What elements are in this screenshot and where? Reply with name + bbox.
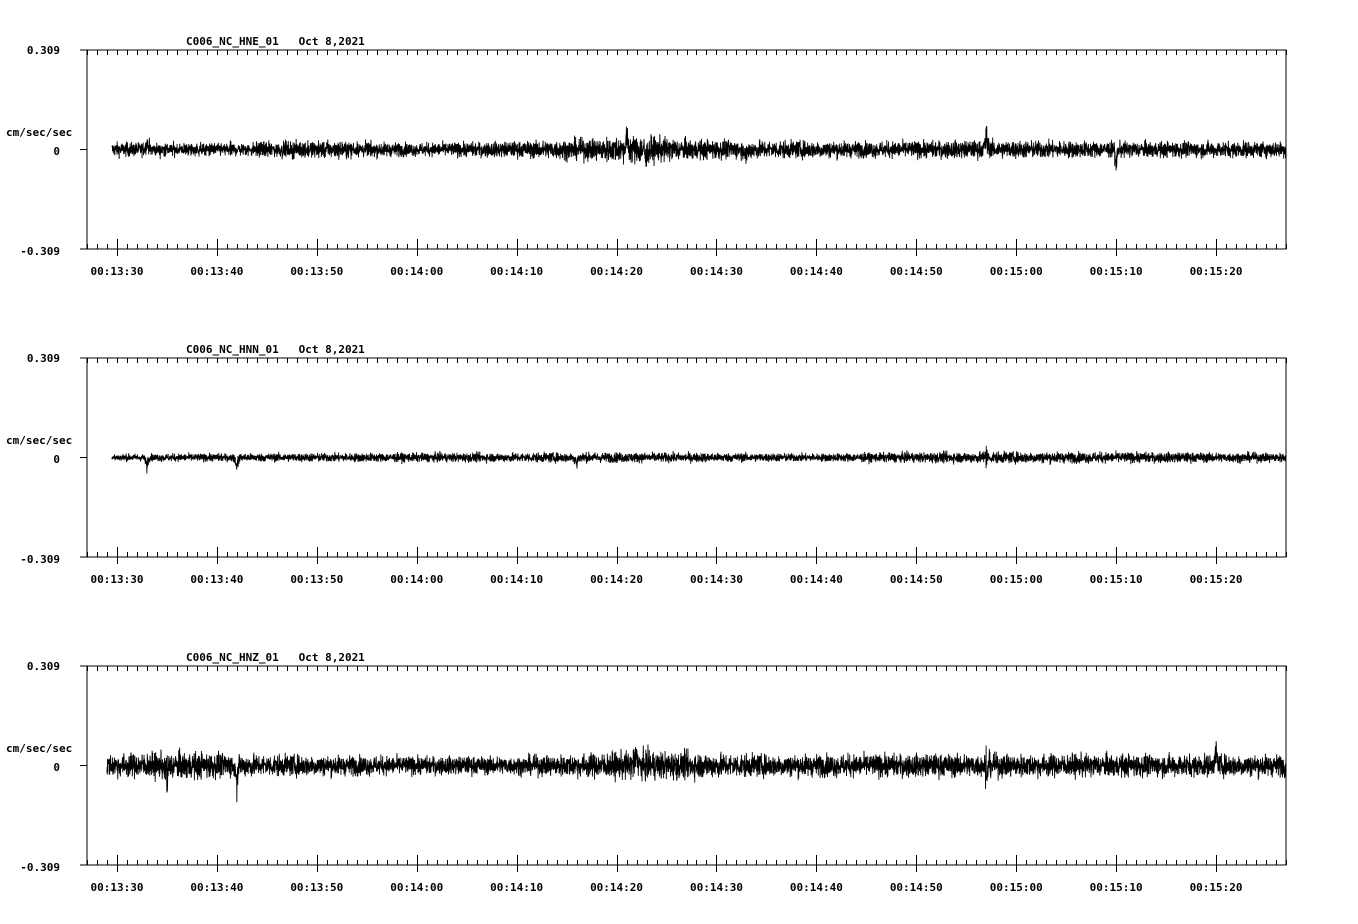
x-tick-label: 00:13:50 bbox=[290, 881, 343, 894]
waveform-trace bbox=[111, 445, 1287, 474]
x-tick-label: 00:14:00 bbox=[390, 881, 443, 894]
x-tick-label: 00:15:20 bbox=[1190, 881, 1243, 894]
y-tick-top: 0.309 bbox=[27, 44, 60, 57]
panel-title: C006_NC_HNN_01 Oct 8,2021 bbox=[186, 343, 365, 356]
x-tick-label: 00:14:40 bbox=[790, 881, 843, 894]
x-tick-label: 00:14:20 bbox=[590, 881, 643, 894]
y-tick-bottom: -0.309 bbox=[20, 553, 60, 566]
x-tick-label: 00:15:00 bbox=[990, 881, 1043, 894]
x-tick-label: 00:14:50 bbox=[890, 573, 943, 586]
waveform-trace bbox=[111, 125, 1287, 171]
y-tick-zero: 0 bbox=[53, 453, 60, 466]
x-tick-label: 00:13:40 bbox=[190, 265, 243, 278]
panel-title: C006_NC_HNE_01 Oct 8,2021 bbox=[186, 35, 365, 48]
x-tick-label: 00:13:30 bbox=[90, 265, 143, 278]
y-axis-label: cm/sec/sec bbox=[6, 434, 72, 447]
x-tick-label: 00:13:30 bbox=[90, 881, 143, 894]
x-tick-label: 00:14:40 bbox=[790, 573, 843, 586]
x-tick-label: 00:13:40 bbox=[190, 881, 243, 894]
x-tick-label: 00:14:10 bbox=[490, 573, 543, 586]
x-tick-label: 00:13:50 bbox=[290, 573, 343, 586]
x-tick-label: 00:14:00 bbox=[390, 573, 443, 586]
waveform-line bbox=[106, 741, 1287, 803]
x-tick-label: 00:14:40 bbox=[790, 265, 843, 278]
x-tick-label: 00:14:50 bbox=[890, 881, 943, 894]
waveform-line bbox=[111, 445, 1287, 474]
x-tick-label: 00:15:20 bbox=[1190, 265, 1243, 278]
x-tick-label: 00:15:10 bbox=[1090, 265, 1143, 278]
seismogram-figure: C006_NC_HNE_01 Oct 8,2021 cm/sec/sec 0.3… bbox=[6, 35, 1287, 894]
x-tick-label: 00:13:50 bbox=[290, 265, 343, 278]
y-tick-top: 0.309 bbox=[27, 660, 60, 673]
y-axis-label: cm/sec/sec bbox=[6, 742, 72, 755]
x-tick-label: 00:15:00 bbox=[990, 265, 1043, 278]
x-tick-label: 00:13:40 bbox=[190, 573, 243, 586]
y-tick-zero: 0 bbox=[53, 145, 60, 158]
x-tick-labels: 00:13:30 00:13:40 00:13:50 00:14:00 00:14:10… bbox=[90, 881, 1242, 894]
y-tick-bottom: -0.309 bbox=[20, 861, 60, 874]
panel-hnn: C006_NC_HNN_01 Oct 8,2021 cm/sec/sec 0.3… bbox=[6, 343, 1287, 586]
x-tick-label: 00:14:00 bbox=[390, 265, 443, 278]
panel-hne: C006_NC_HNE_01 Oct 8,2021 cm/sec/sec 0.3… bbox=[6, 35, 1287, 278]
panel-title: C006_NC_HNZ_01 Oct 8,2021 bbox=[186, 651, 365, 664]
x-tick-label: 00:14:10 bbox=[490, 265, 543, 278]
x-tick-label: 00:15:10 bbox=[1090, 573, 1143, 586]
x-tick-label: 00:14:30 bbox=[690, 573, 743, 586]
x-tick-label: 00:14:10 bbox=[490, 881, 543, 894]
x-tick-label: 00:14:50 bbox=[890, 265, 943, 278]
x-tick-label: 00:14:30 bbox=[690, 881, 743, 894]
x-tick-label: 00:15:00 bbox=[990, 573, 1043, 586]
x-tick-label: 00:14:20 bbox=[590, 265, 643, 278]
y-axis-label: cm/sec/sec bbox=[6, 126, 72, 139]
waveform-line bbox=[111, 125, 1287, 171]
x-tick-label: 00:14:20 bbox=[590, 573, 643, 586]
x-tick-label: 00:15:20 bbox=[1190, 573, 1243, 586]
y-tick-zero: 0 bbox=[53, 761, 60, 774]
x-tick-labels: 00:13:30 00:13:40 00:13:50 00:14:00 00:14:10… bbox=[90, 265, 1242, 278]
waveform-trace bbox=[106, 741, 1287, 803]
y-tick-bottom: -0.309 bbox=[20, 245, 60, 258]
x-tick-label: 00:14:30 bbox=[690, 265, 743, 278]
x-tick-labels: 00:13:30 00:13:40 00:13:50 00:14:00 00:14:10… bbox=[90, 573, 1242, 586]
x-tick-label: 00:13:30 bbox=[90, 573, 143, 586]
y-tick-top: 0.309 bbox=[27, 352, 60, 365]
panel-hnz: C006_NC_HNZ_01 Oct 8,2021 cm/sec/sec 0.3… bbox=[6, 651, 1287, 894]
x-tick-label: 00:15:10 bbox=[1090, 881, 1143, 894]
